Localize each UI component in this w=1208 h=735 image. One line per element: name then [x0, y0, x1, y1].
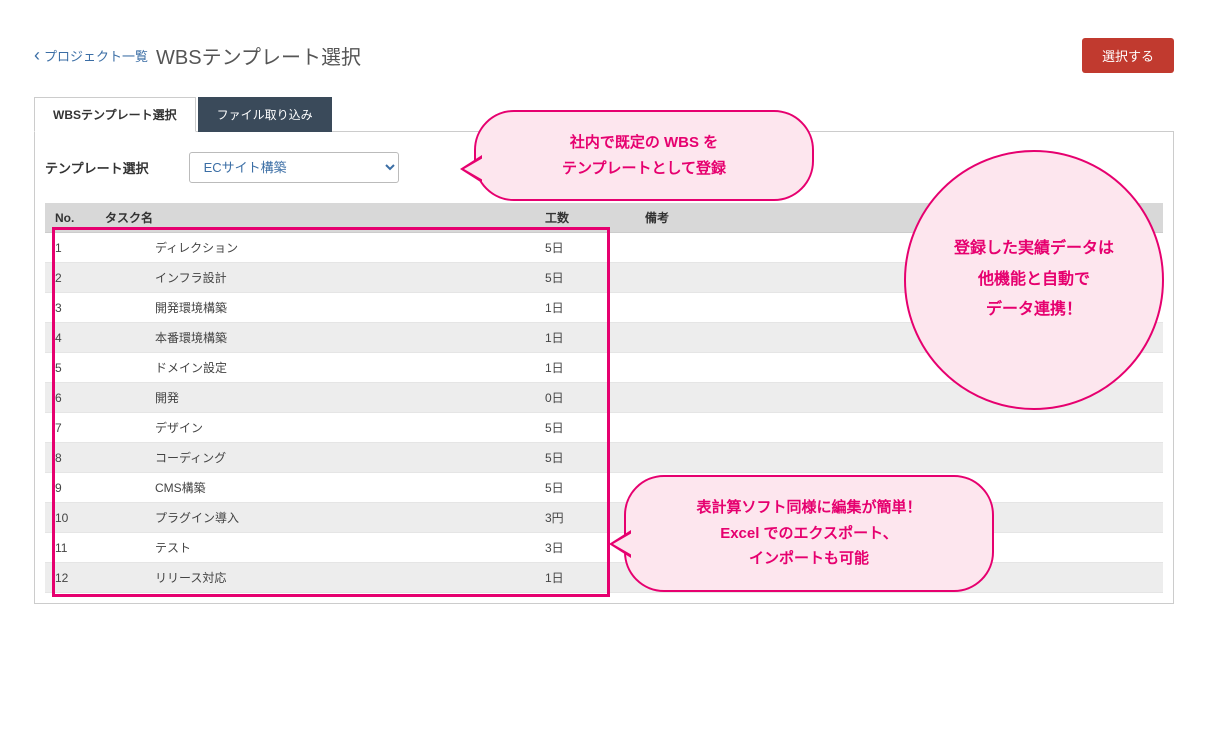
callout-text: 登録した実績データは: [954, 234, 1114, 264]
cell-no[interactable]: 6: [45, 383, 95, 413]
callout-text: 表計算ソフト同様に編集が簡単！: [656, 495, 962, 521]
cell-no[interactable]: 2: [45, 263, 95, 293]
table-row[interactable]: 8コーディング5日: [45, 443, 1163, 473]
cell-no[interactable]: 10: [45, 503, 95, 533]
cell-effort[interactable]: 1日: [535, 293, 635, 323]
callout-text: データ連携！: [954, 295, 1114, 325]
header-no: No.: [45, 203, 95, 233]
template-dropdown[interactable]: ECサイト構築: [189, 152, 399, 183]
cell-no[interactable]: 8: [45, 443, 95, 473]
cell-no[interactable]: 1: [45, 233, 95, 263]
cell-no[interactable]: 9: [45, 473, 95, 503]
cell-effort[interactable]: 0日: [535, 383, 635, 413]
header-bar: プロジェクト一覧 WBSテンプレート選択 選択する: [24, 30, 1184, 86]
header-effort: 工数: [535, 203, 635, 233]
cell-effort[interactable]: 5日: [535, 443, 635, 473]
cell-task[interactable]: リリース対応: [95, 563, 535, 593]
callout-text: 社内で既定の WBS を: [506, 130, 782, 156]
callout-tail-icon: [613, 533, 632, 555]
cell-task[interactable]: 開発: [95, 383, 535, 413]
cell-effort[interactable]: 5日: [535, 413, 635, 443]
cell-effort[interactable]: 1日: [535, 563, 635, 593]
cell-effort[interactable]: 3円: [535, 503, 635, 533]
cell-effort[interactable]: 1日: [535, 353, 635, 383]
cell-effort[interactable]: 5日: [535, 263, 635, 293]
table-row[interactable]: 11テスト3日: [45, 533, 1163, 563]
cell-task[interactable]: CMS構築: [95, 473, 535, 503]
callout-template-register: 社内で既定の WBS を テンプレートとして登録: [474, 110, 814, 201]
cell-no[interactable]: 12: [45, 563, 95, 593]
tab-file-import[interactable]: ファイル取り込み: [198, 97, 332, 132]
cell-task[interactable]: プラグイン導入: [95, 503, 535, 533]
callout-text: Excel でのエクスポート、: [656, 521, 962, 547]
table-row[interactable]: 9CMS構築5日: [45, 473, 1163, 503]
cell-no[interactable]: 7: [45, 413, 95, 443]
cell-no[interactable]: 3: [45, 293, 95, 323]
callout-text: テンプレートとして登録: [506, 156, 782, 182]
cell-no[interactable]: 5: [45, 353, 95, 383]
cell-task[interactable]: テスト: [95, 533, 535, 563]
callout-excel-edit: 表計算ソフト同様に編集が簡単！ Excel でのエクスポート、 インポートも可能: [624, 475, 994, 592]
template-select-label: テンプレート選択: [45, 158, 149, 177]
cell-task[interactable]: インフラ設計: [95, 263, 535, 293]
table-row[interactable]: 10プラグイン導入3円: [45, 503, 1163, 533]
cell-no[interactable]: 4: [45, 323, 95, 353]
breadcrumb-link[interactable]: プロジェクト一覧: [34, 45, 148, 66]
tab-wbs-template-select[interactable]: WBSテンプレート選択: [34, 97, 196, 132]
callout-data-link: 登録した実績データは 他機能と自動で データ連携！: [904, 150, 1164, 410]
cell-task[interactable]: デザイン: [95, 413, 535, 443]
callout-text: 他機能と自動で: [954, 265, 1114, 295]
cell-no[interactable]: 11: [45, 533, 95, 563]
select-button[interactable]: 選択する: [1082, 38, 1174, 73]
table-row[interactable]: 12リリース対応1日: [45, 563, 1163, 593]
cell-task[interactable]: 開発環境構築: [95, 293, 535, 323]
page-title: WBSテンプレート選択: [156, 41, 361, 70]
callout-tail-icon: [464, 158, 483, 180]
cell-task[interactable]: ディレクション: [95, 233, 535, 263]
table-row[interactable]: 7デザイン5日: [45, 413, 1163, 443]
callout-text: インポートも可能: [656, 546, 962, 572]
cell-task[interactable]: コーディング: [95, 443, 535, 473]
cell-task[interactable]: 本番環境構築: [95, 323, 535, 353]
header-task: タスク名: [95, 203, 535, 233]
cell-remarks[interactable]: [635, 443, 1163, 473]
cell-effort[interactable]: 1日: [535, 323, 635, 353]
cell-task[interactable]: ドメイン設定: [95, 353, 535, 383]
cell-effort[interactable]: 5日: [535, 233, 635, 263]
cell-remarks[interactable]: [635, 413, 1163, 443]
cell-effort[interactable]: 5日: [535, 473, 635, 503]
